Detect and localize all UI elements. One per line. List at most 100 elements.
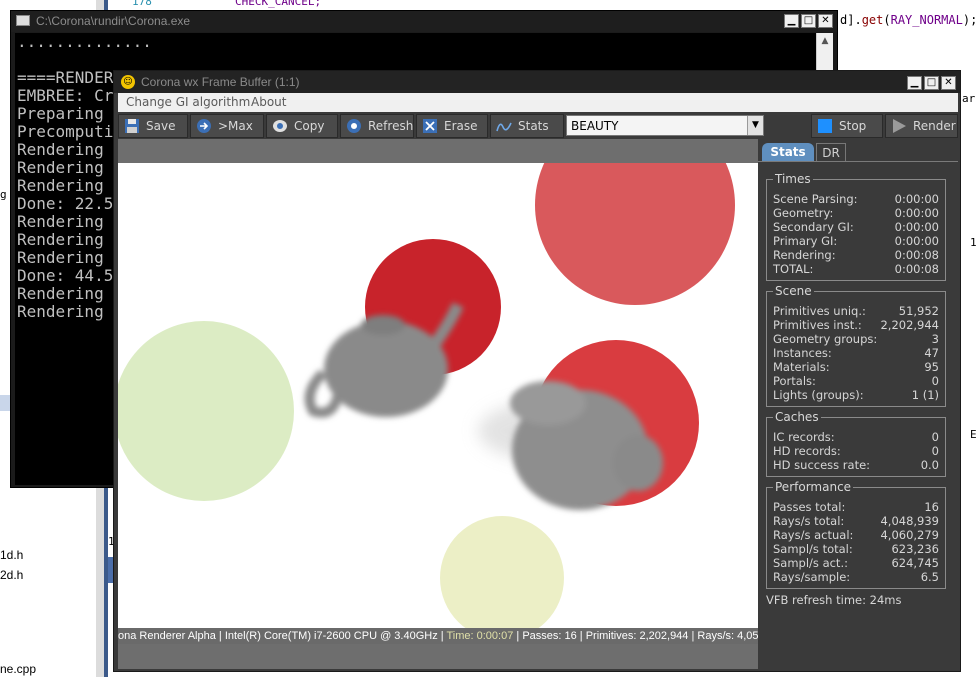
console-app-icon: [16, 15, 30, 26]
rendered-image: [118, 163, 758, 629]
stat-value: 0.0: [920, 458, 939, 472]
scene-group: Scene Primitives uniq.: 51,952 Primitives …: [766, 284, 946, 407]
stats-button[interactable]: Stats: [490, 114, 564, 138]
stat-value: 4,060,279: [880, 528, 939, 542]
stat-row: Sampl/s total: 623,236: [773, 542, 939, 556]
stat-value: 47: [924, 346, 939, 360]
stop-square-icon: [816, 118, 833, 135]
stat-label: IC records:: [773, 430, 835, 444]
stat-row: Rays/s actual: 4,060,279: [773, 528, 939, 542]
stat-value: 0:00:00: [894, 234, 939, 248]
status-prefix: ona Renderer Alpha | Intel(R) Core(TM) i…: [118, 630, 447, 642]
stat-label: Instances:: [773, 346, 832, 360]
code-line-right: d].get(RAY_NORMAL);: [840, 13, 976, 27]
status-time: Time: 0:00:07: [446, 630, 514, 642]
save-button[interactable]: Save: [118, 114, 188, 138]
stat-label: Lights (groups):: [773, 388, 864, 402]
stat-row: Rays/s total: 4,048,939: [773, 514, 939, 528]
stat-row: Rays/sample: 6.5: [773, 570, 939, 584]
stat-label: Materials:: [773, 360, 830, 374]
stat-label: Rays/sample:: [773, 570, 851, 584]
stat-value: 624,745: [891, 556, 939, 570]
menu-about[interactable]: About: [251, 95, 286, 109]
render-status-line: ona Renderer Alpha | Intel(R) Core(TM) i…: [118, 628, 758, 644]
stat-row: Primary GI: 0:00:00: [773, 234, 939, 248]
max-label: >Max: [218, 119, 253, 133]
tab-dr[interactable]: DR: [816, 143, 846, 161]
stat-row: Rendering: 0:00:08: [773, 248, 939, 262]
stat-value: 1 (1): [911, 388, 939, 402]
stat-label: Sampl/s act.:: [773, 556, 848, 570]
minimize-icon[interactable]: ▁: [907, 76, 922, 90]
stat-label: Rays/s actual:: [773, 528, 854, 542]
times-group: Times Scene Parsing: 0:00:00 Geometry: 0:00…: [766, 172, 946, 281]
stat-row: Primitives inst.: 2,202,944: [773, 318, 939, 332]
refresh-button[interactable]: Refresh: [340, 114, 414, 138]
copy-button[interactable]: Copy: [266, 114, 338, 138]
stat-row: Secondary GI: 0:00:00: [773, 220, 939, 234]
stat-label: Secondary GI:: [773, 220, 854, 234]
performance-group: Performance Passes total: 16 Rays/s total:…: [766, 480, 946, 589]
status-suffix: | Passes: 16 | Primitives: 2,202,944 | R…: [516, 630, 758, 642]
render-channel-value: BEAUTY: [571, 119, 619, 133]
stat-value: 0:00:00: [894, 206, 939, 220]
vfb-title: Corona wx Frame Buffer (1:1): [141, 75, 300, 89]
solution-file-item[interactable]: 1d.h: [0, 548, 23, 562]
render-button[interactable]: Render: [885, 114, 958, 138]
chevron-down-icon[interactable]: ▼: [747, 116, 763, 135]
stat-row: Instances: 47: [773, 346, 939, 360]
solution-file-item[interactable]: ne.cpp: [0, 662, 36, 676]
corona-app-icon: ☺: [121, 75, 135, 89]
scroll-up-icon[interactable]: ▲: [817, 33, 833, 50]
stat-row: IC records: 0: [773, 430, 939, 444]
console-title: C:\Corona\rundir\Corona.exe: [36, 14, 191, 28]
stat-row: Geometry groups: 3: [773, 332, 939, 346]
menu-change-gi[interactable]: Change GI algorithm: [126, 95, 250, 109]
stat-label: Rays/s total:: [773, 514, 845, 528]
vfb-titlebar[interactable]: ☺ Corona wx Frame Buffer (1:1) ▁ □ ✕: [114, 71, 960, 93]
stat-label: Geometry groups:: [773, 332, 878, 346]
refresh-label: Refresh: [368, 119, 414, 133]
minimize-icon[interactable]: ▁: [784, 14, 799, 28]
play-triangle-icon: [890, 118, 907, 135]
copy-label: Copy: [294, 119, 325, 133]
stat-label: Passes total:: [773, 500, 846, 514]
stat-row: Geometry: 0:00:00: [773, 206, 939, 220]
stat-value: 0:00:00: [894, 220, 939, 234]
maximize-icon[interactable]: □: [801, 14, 816, 28]
vfb-toolbar: Save >Max Copy Refresh Erase Stats BEAUT…: [118, 113, 958, 139]
save-label: Save: [146, 119, 176, 133]
scene-title: Scene: [773, 284, 814, 298]
stop-button[interactable]: Stop: [811, 114, 883, 138]
maximize-icon[interactable]: □: [924, 76, 939, 90]
stat-value: 623,236: [891, 542, 939, 556]
sphere-green: [118, 321, 294, 501]
code-line-top: CHECK_CANCEL;: [235, 0, 322, 8]
erase-button[interactable]: Erase: [416, 114, 488, 138]
line-number: 178: [132, 0, 152, 8]
performance-title: Performance: [773, 480, 854, 494]
tab-stats[interactable]: Stats: [762, 143, 814, 161]
code-fragment-e: E: [970, 428, 976, 441]
close-icon[interactable]: ✕: [818, 14, 833, 28]
caches-title: Caches: [773, 410, 821, 424]
stat-value: 0:00:08: [894, 248, 939, 262]
solution-file-item[interactable]: 2d.h: [0, 568, 23, 582]
vfb-refresh-time: VFB refresh time: 24ms: [766, 593, 902, 607]
stat-row: Scene Parsing: 0:00:00: [773, 192, 939, 206]
stat-label: HD success rate:: [773, 458, 871, 472]
max-button[interactable]: >Max: [190, 114, 264, 138]
stat-value: 2,202,944: [880, 318, 939, 332]
render-channel-select[interactable]: BEAUTY ▼: [566, 115, 764, 136]
close-icon[interactable]: ✕: [941, 76, 956, 90]
floppy-disk-icon: [123, 118, 140, 135]
console-titlebar[interactable]: C:\Corona\rundir\Corona.exe ▁ □ ✕: [11, 11, 837, 32]
refresh-icon: [345, 118, 362, 135]
stop-label: Stop: [839, 119, 867, 133]
render-viewport[interactable]: ona Renderer Alpha | Intel(R) Core(TM) i…: [118, 139, 758, 669]
tab-divider: [758, 161, 958, 162]
copy-icon: [271, 118, 288, 135]
code-fragment-end: );: [962, 13, 976, 27]
stat-value: 0:00:08: [894, 262, 939, 276]
